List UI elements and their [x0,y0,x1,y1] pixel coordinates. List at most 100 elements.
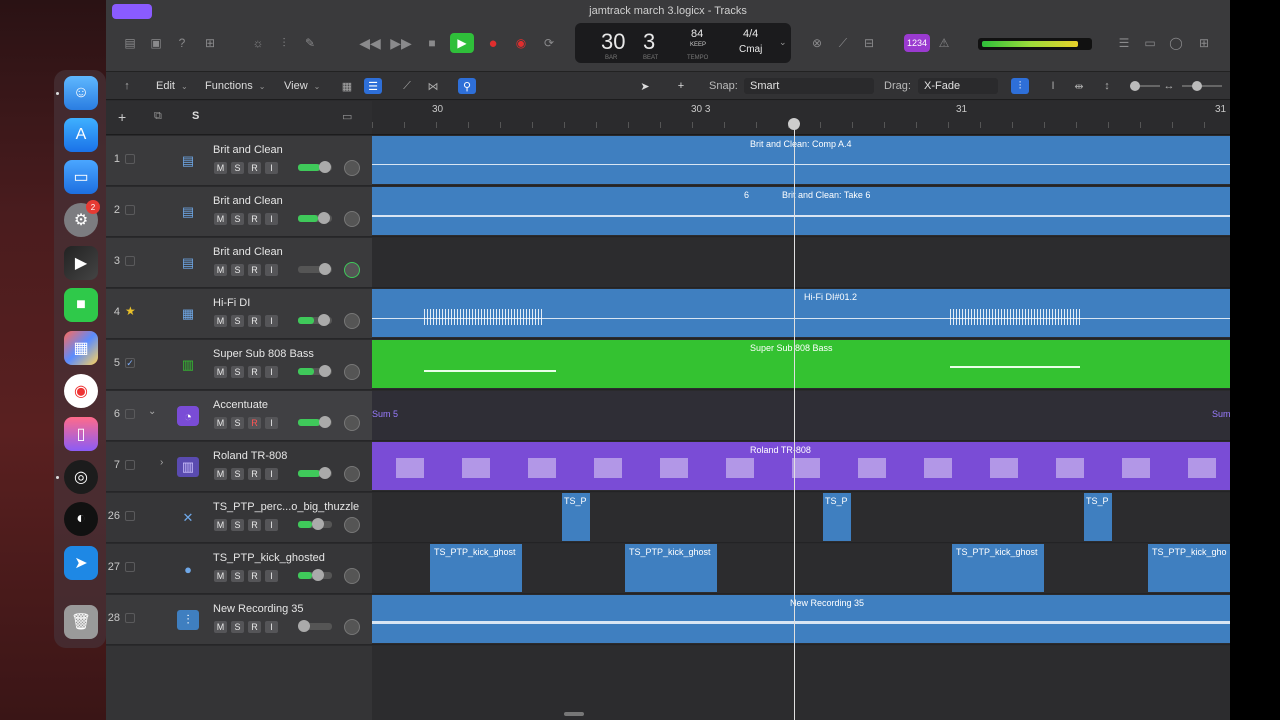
volume-fader[interactable] [298,620,332,632]
input-monitor-button[interactable]: I [265,213,278,225]
help-icon[interactable]: ? [174,36,190,50]
volume-fader[interactable] [298,467,332,479]
record-enable-button[interactable]: R [248,519,261,531]
pan-knob[interactable] [344,415,360,431]
record-enable-button[interactable]: R [248,213,261,225]
track-header[interactable]: 27 ● TS_PTP_kick_ghosted MSRI [106,544,372,594]
mute-button[interactable]: M [214,468,227,480]
audio-region[interactable]: 6 Brit and Clean: Take 6 [372,187,1230,235]
track-lane[interactable]: Sum 5 Sum [372,391,1230,441]
fit-icon[interactable]: ⇹ [1070,78,1088,94]
input-monitor-button[interactable]: I [265,417,278,429]
solo-button[interactable]: S [231,264,244,276]
list-view-icon[interactable]: ☰ [364,78,382,94]
track-header[interactable]: 7 › ▥ Roland TR-808 MSRI [106,442,372,492]
track-name[interactable]: TS_PTP_perc...o_big_thuzzle [213,501,359,513]
solo-button[interactable]: S [231,417,244,429]
track-name[interactable]: Brit and Clean [213,195,283,207]
toolbar-icon[interactable]: ⊞ [202,36,218,50]
volume-fader[interactable] [298,314,332,326]
tuner-icon[interactable]: ⟋ [835,36,851,50]
solo-button[interactable]: S [231,213,244,225]
pointer-tool-icon[interactable]: ➤ [636,78,654,94]
track-header[interactable]: 6 ⌄ ◔ Accentuate MSRI [106,391,372,441]
track-header[interactable]: 26 ✕ TS_PTP_perc...o_big_thuzzle MSRI [106,493,372,543]
track-name[interactable]: Brit and Clean [213,144,283,156]
audio-region[interactable]: TS_PTP_kick_ghost [625,544,717,592]
automation-icon[interactable]: ⟋ [398,78,416,94]
add-track-button[interactable]: + [118,109,126,125]
track-checkbox[interactable] [125,205,135,215]
track-checkbox[interactable] [125,460,135,470]
record-enable-button[interactable]: R [248,264,261,276]
drag-select[interactable]: X-Fade [918,78,998,94]
track-name[interactable]: New Recording 35 [213,603,304,615]
vertical-zoom-icon[interactable]: I [1044,78,1062,94]
duplicate-track-icon[interactable]: ⧉ [154,110,162,123]
track-name[interactable]: Roland TR-808 [213,450,287,462]
star-icon[interactable]: ★ [125,305,136,317]
fader-knob[interactable] [319,263,331,275]
catch-playhead-icon[interactable]: ⚲ [458,78,476,94]
final-cut-pro-icon[interactable]: ▶ [64,246,98,280]
playhead[interactable] [794,119,795,720]
count-in-button[interactable]: 1234 [904,34,930,52]
browser-icon[interactable]: ⊞ [1196,36,1212,50]
app-store-icon[interactable]: A [64,118,98,152]
mute-button[interactable]: M [214,519,227,531]
audio-region[interactable]: TS_P [562,493,590,541]
chevron-down-icon[interactable]: ⌄ [779,37,787,48]
keynote-icon[interactable]: ▭ [64,160,98,194]
audio-region[interactable]: Brit and Clean: Comp A.4 [372,136,1230,184]
volume-fader[interactable] [298,161,332,173]
input-monitor-button[interactable]: I [265,162,278,174]
volume-fader[interactable] [298,569,332,581]
input-monitor-button[interactable]: I [265,366,278,378]
stop-icon[interactable]: ■ [424,36,440,50]
solo-mode-icon[interactable]: ⊟ [861,36,877,50]
track-lane[interactable]: 6 Brit and Clean: Take 6 [372,187,1230,237]
lcd-display[interactable]: 30 3 BAR BEAT 84 KEEP TEMPO 4/4 Cmaj ⌄ [575,23,791,63]
track-checkbox[interactable] [125,613,135,623]
cycle-icon[interactable]: ⟳ [541,36,557,50]
track-lane[interactable]: New Recording 35 [372,595,1230,645]
fader-knob[interactable] [318,314,330,326]
snap-select[interactable]: Smart [744,78,874,94]
audio-region[interactable]: TS_PTP_kick_gho [1148,544,1230,592]
logic-pro-icon[interactable]: ◎ [64,460,98,494]
metronome-icon[interactable]: ⚠ [936,36,952,50]
fader-knob[interactable] [312,518,324,530]
empty-lane-area[interactable] [372,646,1230,720]
pan-knob[interactable] [344,466,360,482]
solo-button[interactable]: S [231,315,244,327]
pan-knob[interactable] [344,517,360,533]
track-header[interactable]: 3 ▤ Brit and Clean MSRI [106,238,372,288]
pan-knob[interactable] [344,160,360,176]
track-lane[interactable]: Super Sub 808 Bass [372,340,1230,390]
input-monitor-button[interactable]: I [265,570,278,582]
facetime-icon[interactable]: ■ [64,288,98,322]
fader-knob[interactable] [298,620,310,632]
global-tracks-icon[interactable]: ▭ [342,110,352,123]
input-monitor-button[interactable]: I [265,468,278,480]
library-icon[interactable]: ▤ [122,36,138,50]
flex-icon[interactable]: ⋈ [424,78,442,94]
playhead-handle[interactable] [788,118,800,130]
track-header[interactable]: 1 ▤ Brit and Clean MSRI [106,136,372,186]
mixer-icon[interactable]: ⫶ [276,36,292,50]
record-enable-button[interactable]: R [248,468,261,480]
pan-knob[interactable] [344,619,360,635]
waveform-zoom-icon[interactable]: ⫶ [1011,78,1029,94]
chrome-icon[interactable]: ◉ [64,374,98,408]
ruler[interactable]: 30 30 3 31 31 [372,101,1230,135]
play-icon[interactable]: ▶ [450,33,474,53]
notepad-icon[interactable]: ▭ [1142,36,1158,50]
mute-button[interactable]: M [214,570,227,582]
disclosure-right-icon[interactable]: › [160,457,163,468]
solo-button[interactable]: S [231,621,244,633]
record-icon[interactable]: ● [485,35,501,52]
volume-fader[interactable] [298,263,332,275]
fader-knob[interactable] [312,569,324,581]
pan-knob[interactable] [344,364,360,380]
pan-knob[interactable] [344,313,360,329]
